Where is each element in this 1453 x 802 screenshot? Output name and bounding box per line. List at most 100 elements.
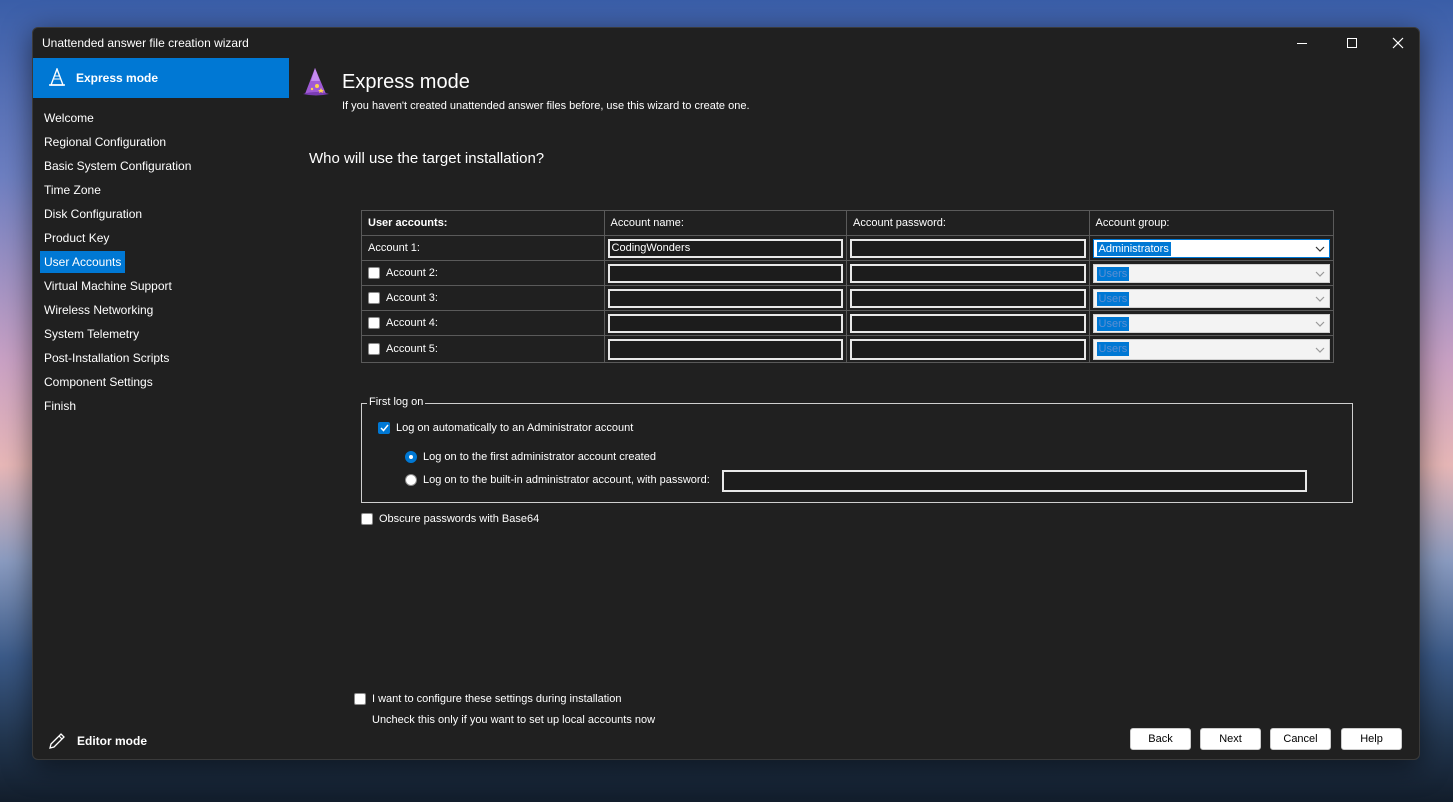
first-admin-option[interactable]: Log on to the first administrator accoun…: [405, 451, 656, 463]
wizard-hat-icon: [302, 67, 330, 97]
chevron-down-icon[interactable]: [1311, 340, 1329, 359]
section-question: Who will use the target installation?: [309, 150, 545, 167]
account-3-group-value: Users: [1096, 292, 1130, 306]
account-5-checkbox[interactable]: [368, 343, 380, 355]
account-1-password-cell: [847, 236, 1090, 260]
obscure-passwords-option[interactable]: Obscure passwords with Base64: [361, 513, 539, 525]
sidebar-item-welcome[interactable]: Welcome: [40, 107, 98, 129]
account-5-group-cell: Users: [1090, 336, 1334, 362]
builtin-admin-radio[interactable]: [405, 474, 417, 486]
minimize-button[interactable]: [1279, 28, 1325, 58]
chevron-down-icon[interactable]: [1311, 240, 1329, 257]
sidebar-item-wireless-networking[interactable]: Wireless Networking: [40, 299, 157, 321]
chevron-down-icon[interactable]: [1311, 315, 1329, 332]
maximize-icon: [1347, 38, 1357, 48]
sidebar-header-express-mode[interactable]: Express mode: [33, 58, 289, 98]
auto-logon-option[interactable]: Log on automatically to an Administrator…: [378, 422, 633, 434]
account-4-checkbox[interactable]: [368, 317, 380, 329]
header-account-group: Account group:: [1095, 217, 1170, 229]
account-4-group-select[interactable]: Users: [1092, 314, 1331, 333]
page-subtitle: If you haven't created unattended answer…: [342, 100, 750, 112]
first-admin-radio[interactable]: [405, 451, 417, 463]
account-3-password-cell: [847, 286, 1090, 310]
sidebar-item-time-zone[interactable]: Time Zone: [40, 179, 105, 201]
builtin-admin-password-input[interactable]: [722, 470, 1307, 492]
first-logon-group-label: First log on: [367, 396, 426, 408]
configure-during-install-label: I want to configure these settings durin…: [372, 693, 622, 705]
sidebar-item-component-settings[interactable]: Component Settings: [40, 371, 157, 393]
first-admin-label: Log on to the first administrator accoun…: [423, 451, 656, 463]
account-3-label-cell: Account 3:: [362, 286, 605, 310]
maximize-button[interactable]: [1329, 28, 1375, 58]
table-row-account-1: Account 1: CodingWonders Administrators: [362, 236, 1333, 261]
account-3-password-input[interactable]: [850, 289, 1086, 308]
title-bar[interactable]: Unattended answer file creation wizard: [33, 28, 1419, 58]
account-4-name-input[interactable]: [607, 314, 844, 333]
back-button[interactable]: Back: [1130, 728, 1191, 750]
account-2-group-select[interactable]: Users: [1092, 264, 1331, 283]
sidebar-item-user-accounts[interactable]: User Accounts: [40, 251, 126, 273]
configure-during-install-option[interactable]: I want to configure these settings durin…: [354, 693, 621, 705]
account-4-group-value: Users: [1096, 317, 1130, 331]
account-3-checkbox[interactable]: [368, 292, 380, 304]
account-1-label: Account 1:: [368, 242, 420, 254]
account-5-label-cell: Account 5:: [362, 336, 605, 362]
configure-during-install-checkbox[interactable]: [354, 693, 366, 705]
account-3-name-input[interactable]: [607, 289, 844, 308]
account-5-name-cell: [605, 336, 848, 362]
account-2-name-input[interactable]: [607, 264, 844, 283]
sidebar-item-finish[interactable]: Finish: [40, 395, 80, 417]
page-title: Express mode: [342, 71, 470, 93]
table-row-account-3: Account 3: Users: [362, 286, 1333, 311]
close-button[interactable]: [1375, 28, 1419, 58]
sidebar-item-regional-configuration[interactable]: Regional Configuration: [40, 131, 170, 153]
account-5-group-value: Users: [1096, 342, 1130, 356]
obscure-passwords-checkbox[interactable]: [361, 513, 373, 525]
builtin-admin-option[interactable]: Log on to the built-in administrator acc…: [405, 474, 710, 486]
header-account-name: Account name:: [605, 211, 847, 235]
account-5-label: Account 5:: [386, 343, 438, 355]
close-icon: [1392, 37, 1404, 49]
account-1-label-cell: Account 1:: [362, 236, 605, 260]
account-5-password-cell: [847, 336, 1090, 362]
sidebar-item-post-installation-scripts[interactable]: Post-Installation Scripts: [40, 347, 173, 369]
wizard-hat-outline-icon: [46, 67, 68, 89]
auto-logon-checkbox[interactable]: [378, 422, 390, 434]
sidebar-item-basic-system-configuration[interactable]: Basic System Configuration: [40, 155, 195, 177]
account-5-name-input[interactable]: [607, 339, 844, 360]
pencil-icon: [49, 733, 65, 749]
chevron-down-icon[interactable]: [1311, 290, 1329, 307]
sidebar-item-product-key[interactable]: Product Key: [40, 227, 113, 249]
account-3-group-select[interactable]: Users: [1092, 289, 1331, 308]
account-1-group-select[interactable]: Administrators: [1092, 239, 1331, 258]
main-content: Express mode If you haven't created unat…: [289, 58, 1419, 759]
account-1-password-input[interactable]: [850, 239, 1086, 258]
sidebar-item-disk-configuration[interactable]: Disk Configuration: [40, 203, 146, 225]
window-title: Unattended answer file creation wizard: [42, 36, 249, 50]
account-2-checkbox[interactable]: [368, 267, 380, 279]
account-2-name-cell: [605, 261, 848, 285]
editor-mode-link[interactable]: Editor mode: [47, 731, 147, 751]
account-4-label: Account 4:: [386, 317, 438, 329]
account-2-password-cell: [847, 261, 1090, 285]
account-4-password-input[interactable]: [850, 314, 1086, 333]
cancel-button[interactable]: Cancel: [1270, 728, 1331, 750]
configure-during-install-hint: Uncheck this only if you want to set up …: [372, 714, 656, 726]
account-2-label-cell: Account 2:: [362, 261, 605, 285]
account-3-label: Account 3:: [386, 292, 438, 304]
help-button[interactable]: Help: [1341, 728, 1402, 750]
header-user-accounts: User accounts:: [362, 211, 605, 235]
account-1-name-input[interactable]: CodingWonders: [607, 239, 844, 258]
minimize-icon: [1297, 42, 1307, 44]
sidebar-item-virtual-machine-support[interactable]: Virtual Machine Support: [40, 275, 176, 297]
account-5-group-select[interactable]: Users: [1092, 339, 1331, 360]
account-1-group-value: Administrators: [1096, 242, 1171, 256]
obscure-passwords-label: Obscure passwords with Base64: [379, 513, 540, 525]
sidebar-item-system-telemetry[interactable]: System Telemetry: [40, 323, 143, 345]
chevron-down-icon[interactable]: [1311, 265, 1329, 282]
sidebar-nav: Welcome Regional Configuration Basic Sys…: [40, 107, 195, 419]
wizard-window: Unattended answer file creation wizard E…: [32, 27, 1420, 760]
next-button[interactable]: Next: [1200, 728, 1261, 750]
account-2-password-input[interactable]: [850, 264, 1086, 283]
account-5-password-input[interactable]: [850, 339, 1086, 360]
